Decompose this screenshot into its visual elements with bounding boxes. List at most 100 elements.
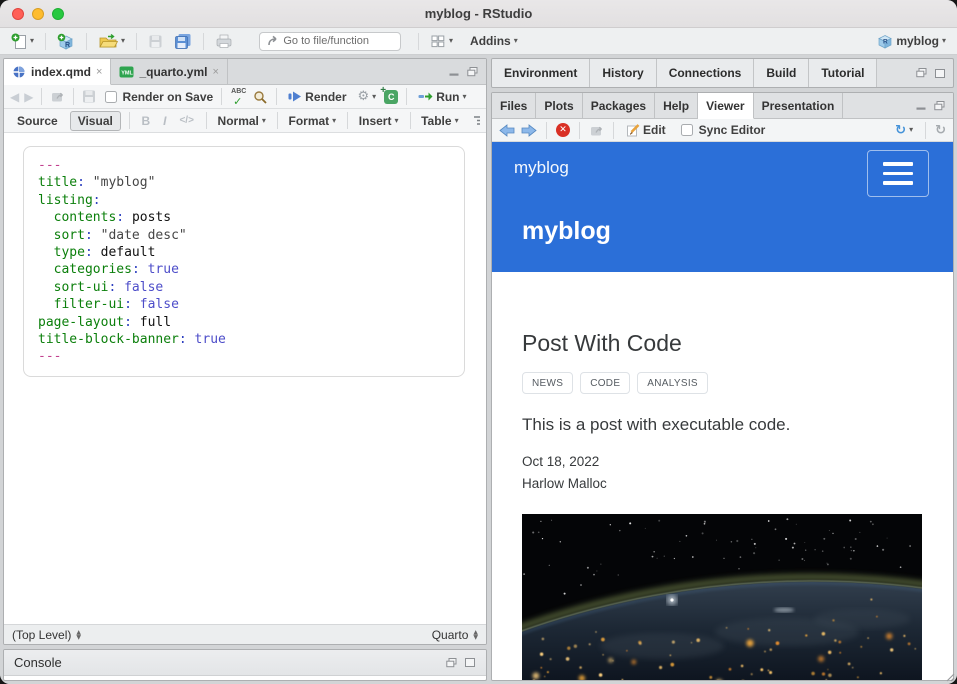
toolbar-separator (347, 112, 348, 129)
bold-button[interactable]: B (137, 114, 154, 128)
tab-viewer[interactable]: Viewer (698, 93, 753, 119)
tab-build[interactable]: Build (754, 59, 809, 87)
close-tab-icon[interactable]: × (212, 66, 218, 78)
restore-pane-icon[interactable] (933, 100, 946, 112)
restore-pane-icon[interactable] (445, 657, 458, 669)
post-title[interactable]: Post With Code (522, 330, 923, 357)
insert-chunk-icon[interactable]: C (384, 90, 398, 104)
run-button[interactable]: Run ▾ (415, 88, 469, 106)
chevron-down-icon: ▾ (514, 37, 518, 45)
editor-tabstrip: index.qmd × YML _quarto.yml × (4, 59, 486, 85)
refresh-icon[interactable]: ↻ (935, 123, 946, 138)
hamburger-menu-button[interactable] (867, 150, 929, 197)
restore-pane-icon[interactable] (915, 67, 928, 79)
category-badge[interactable]: NEWS (522, 372, 573, 394)
category-badge[interactable]: CODE (580, 372, 630, 394)
rstudio-window: myblog - RStudio ▾ R ▾ (0, 0, 957, 684)
code-button[interactable]: </> (175, 115, 197, 126)
back-icon[interactable] (499, 124, 515, 137)
paragraph-style-dropdown[interactable]: Normal ▾ (215, 112, 269, 130)
toolbar-separator (410, 112, 411, 129)
sync-button[interactable]: ↻ ▾ (892, 121, 916, 140)
code-line: type: default (38, 244, 450, 261)
forward-icon[interactable]: ▶ (24, 90, 33, 104)
right-column: Environment History Connections Build Tu… (491, 58, 954, 681)
restore-pane-icon[interactable] (466, 66, 479, 78)
tab-tutorial[interactable]: Tutorial (809, 59, 877, 87)
insert-menu[interactable]: Insert ▾ (356, 112, 402, 130)
goto-file-input[interactable] (283, 35, 393, 47)
toolbar-separator (418, 33, 419, 50)
back-icon[interactable]: ◀ (10, 90, 19, 104)
stop-icon[interactable]: ✕ (556, 123, 570, 137)
italic-button[interactable]: I (159, 114, 170, 128)
sync-icon: ↻ (895, 123, 906, 138)
goto-arrow-icon (267, 35, 278, 47)
chevron-down-icon: ▾ (449, 37, 453, 45)
source-mode-button[interactable]: Source (10, 112, 65, 130)
post-author: Harlow Malloc (522, 476, 923, 491)
tab-files[interactable]: Files (492, 93, 536, 118)
print-button[interactable] (212, 31, 236, 51)
popout-icon[interactable] (589, 124, 604, 137)
open-folder-icon (98, 33, 118, 49)
addins-button[interactable]: Addins ▾ (467, 32, 521, 50)
post-listing-item[interactable]: Post With Code NEWS CODE ANALYSIS This i… (492, 272, 953, 680)
format-menu[interactable]: Format ▾ (286, 112, 340, 130)
tab-packages[interactable]: Packages (583, 93, 655, 118)
pane-layout-button[interactable]: ▾ (427, 32, 456, 51)
tab-environment[interactable]: Environment (492, 59, 590, 87)
popout-icon[interactable] (50, 90, 65, 103)
blog-navbar-brand[interactable]: myblog (514, 158, 569, 178)
tab-connections[interactable]: Connections (657, 59, 755, 87)
sync-editor-checkbox[interactable] (681, 124, 693, 136)
visual-mode-button[interactable]: Visual (70, 111, 121, 131)
save-all-button[interactable] (171, 31, 195, 51)
left-column: index.qmd × YML _quarto.yml × ◀ (3, 58, 487, 681)
save-icon[interactable] (82, 90, 96, 103)
tab-history[interactable]: History (590, 59, 656, 87)
new-project-button[interactable]: R (54, 31, 78, 52)
category-badge[interactable]: ANALYSIS (637, 372, 708, 394)
mode-label: Quarto (432, 628, 469, 642)
maximize-pane-icon[interactable] (464, 657, 476, 668)
render-button[interactable]: Render (285, 88, 349, 106)
spellcheck-icon[interactable]: ABC✓ (230, 89, 248, 105)
close-tab-icon[interactable]: × (96, 66, 102, 78)
project-menu-button[interactable]: R myblog ▾ (874, 32, 949, 51)
new-file-button[interactable]: ▾ (8, 31, 37, 52)
resize-grip[interactable] (945, 672, 955, 682)
minimize-pane-icon[interactable] (915, 100, 927, 111)
render-settings-button[interactable]: ⚙ ▾ (355, 87, 380, 106)
code-block[interactable]: ---title: "myblog"listing: contents: pos… (23, 146, 465, 377)
forward-icon[interactable] (521, 124, 537, 137)
save-button[interactable] (145, 32, 166, 51)
maximize-pane-icon[interactable] (934, 68, 946, 79)
render-on-save-label: Render on Save (122, 90, 213, 104)
table-menu[interactable]: Table ▾ (418, 112, 461, 130)
tab-help[interactable]: Help (655, 93, 698, 118)
render-label: Render (305, 90, 346, 104)
open-file-button[interactable]: ▾ (95, 31, 128, 51)
console-header[interactable]: Console (4, 650, 486, 676)
hamburger-bar (883, 172, 913, 176)
gear-icon: ⚙ (358, 89, 370, 104)
tab-quarto-yml[interactable]: YML _quarto.yml × (111, 59, 227, 84)
project-name-label: myblog (896, 34, 939, 48)
code-line: title-block-banner: true (38, 331, 450, 348)
goto-file-search[interactable] (259, 32, 401, 51)
tab-presentation[interactable]: Presentation (754, 93, 844, 118)
editor-canvas[interactable]: ---title: "myblog"listing: contents: pos… (4, 133, 486, 624)
new-file-icon (11, 33, 27, 50)
edit-button[interactable]: Edit (623, 121, 669, 139)
render-on-save-checkbox[interactable] (105, 91, 117, 103)
scope-selector[interactable]: (Top Level) ▲▼ (12, 628, 81, 642)
mode-selector[interactable]: Quarto ▲▼ (432, 628, 478, 642)
post-thumbnail-image[interactable] (522, 514, 922, 680)
search-icon[interactable] (253, 90, 268, 104)
tab-plots[interactable]: Plots (536, 93, 582, 118)
minimize-pane-icon[interactable] (448, 66, 460, 77)
tab-index-qmd[interactable]: index.qmd × (4, 59, 111, 85)
tab-label: _quarto.yml (139, 65, 207, 79)
outline-icon[interactable] (472, 115, 480, 127)
